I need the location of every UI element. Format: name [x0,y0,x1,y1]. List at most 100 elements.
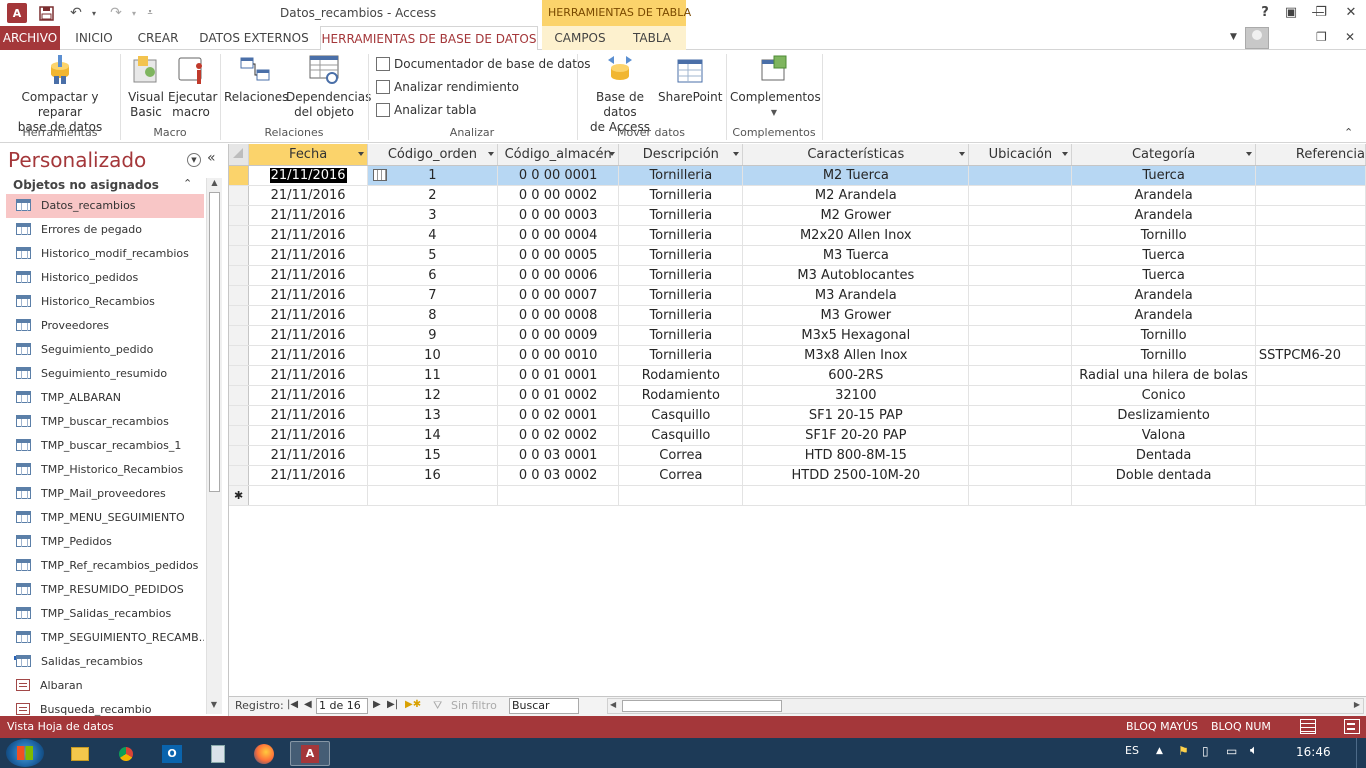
cell-fecha[interactable]: 21/11/2016 [248,345,369,366]
dependencies-button[interactable]: Dependencias del objeto [286,54,371,120]
row-selector[interactable] [229,445,250,466]
cell-caracteristicas[interactable]: SF1 20-15 PAP [742,405,970,426]
cell-codigo-almacen[interactable]: 0 0 00 0008 [497,305,620,326]
undo-icon[interactable]: ↶ [66,3,86,23]
cell-codigo-almacen[interactable]: 0 0 03 0001 [497,445,620,466]
table-row[interactable]: 21/11/2016 12 0 0 01 0002 Rodamiento 32100 Co… [229,385,1366,406]
restore-window-icon[interactable]: ❐ [1306,0,1336,24]
table-row[interactable]: 21/11/2016 3 0 0 00 0003 Tornilleria M2 Grow… [229,205,1366,226]
tab-crear[interactable]: CREAR [128,26,188,50]
cell-ubicacion[interactable] [968,345,1073,366]
cell-descripcion[interactable]: Tornilleria [618,225,744,246]
cell-referencia[interactable] [1255,265,1366,286]
cell-fecha[interactable]: 21/11/2016 [248,405,369,426]
cell-codigo-orden[interactable]: 3 [367,205,498,226]
cell-fecha[interactable]: 21/11/2016 [248,245,369,266]
cell-codigo-orden[interactable]: 5 [367,245,498,266]
row-selector[interactable] [229,205,250,226]
cell-codigo-almacen[interactable]: 0 0 00 0002 [497,185,620,206]
nav-item[interactable]: Seguimiento_pedido [6,338,204,362]
tab-datos-externos[interactable]: DATOS EXTERNOS [194,26,314,50]
table-row[interactable]: 21/11/2016 8 0 0 00 0008 Tornilleria M3 Grow… [229,305,1366,326]
cell-caracteristicas[interactable]: 32100 [742,385,970,406]
filter-icon[interactable]: ⛛ [433,699,442,713]
cell-fecha[interactable]: 21/11/2016 [248,285,369,306]
nav-item[interactable]: TMP_Pedidos [6,530,204,554]
cell-descripcion[interactable]: Rodamiento [618,365,744,386]
row-selector[interactable] [229,285,250,306]
access-database-button[interactable]: Base de datos de Access [582,54,658,135]
tab-inicio[interactable]: INICIO [64,26,124,50]
cell-codigo-orden[interactable]: 9 [367,325,498,346]
cell-descripcion[interactable]: Tornilleria [618,325,744,346]
cell-codigo-orden[interactable]: 12 [367,385,498,406]
cell-categoria[interactable]: Arandela [1071,285,1256,306]
cell-categoria[interactable]: Radial una hilera de bolas [1071,365,1256,386]
cell-caracteristicas[interactable]: SF1F 20-20 PAP [742,425,970,446]
column-header-ubicacion[interactable]: Ubicación [968,144,1073,166]
show-hidden-icons[interactable]: ▲ [1156,746,1163,756]
table-row[interactable]: 21/11/2016 6 0 0 00 0006 Tornilleria M3 Auto… [229,265,1366,286]
nav-item[interactable]: TMP_Ref_recambios_pedidos [6,554,204,578]
empty-cell[interactable] [968,485,1073,506]
nav-item[interactable]: Seguimiento_resumido [6,362,204,386]
cell-categoria[interactable]: Tornillo [1071,325,1256,346]
cell-codigo-orden[interactable]: 7 [367,285,498,306]
cell-categoria[interactable]: Deslizamiento [1071,405,1256,426]
cell-categoria[interactable]: Doble dentada [1071,465,1256,486]
cell-descripcion[interactable]: Correa [618,445,744,466]
cell-caracteristicas[interactable]: M3 Autoblocantes [742,265,970,286]
empty-cell[interactable] [497,485,620,506]
cell-referencia[interactable] [1255,445,1366,466]
nav-item[interactable]: TMP_buscar_recambios [6,410,204,434]
column-header-descripcion[interactable]: Descripción [618,144,744,166]
cell-descripcion[interactable]: Tornilleria [618,185,744,206]
cell-codigo-orden[interactable]: 2 [367,185,498,206]
select-all-corner[interactable] [229,144,250,166]
filter-status[interactable]: Sin filtro [451,699,497,712]
table-row[interactable]: 21/11/2016 11 0 0 01 0001 Rodamiento 600-2RS… [229,365,1366,386]
relations-button[interactable]: Relaciones [224,54,288,105]
analyze-table-button[interactable]: Analizar tabla [376,100,477,120]
nav-item[interactable]: TMP_buscar_recambios_1 [6,434,204,458]
column-header-fecha[interactable]: Fecha [248,144,369,166]
cell-referencia[interactable] [1255,225,1366,246]
cell-categoria[interactable]: Tuerca [1071,165,1256,186]
new-record-row[interactable]: ✱ [229,485,1366,506]
cell-codigo-almacen[interactable]: 0 0 03 0002 [497,465,620,486]
cell-fecha[interactable]: 21/11/2016 [248,325,369,346]
column-header-caracteristicas[interactable]: Características [742,144,970,166]
cell-codigo-almacen[interactable]: 0 0 02 0001 [497,405,620,426]
cell-categoria[interactable]: Tuerca [1071,245,1256,266]
cell-ubicacion[interactable] [968,185,1073,206]
row-selector[interactable] [229,405,250,426]
cell-caracteristicas[interactable]: M2 Arandela [742,185,970,206]
collapse-ribbon-icon[interactable]: ⌃ [1344,126,1353,139]
cell-ubicacion[interactable] [968,445,1073,466]
cell-referencia[interactable] [1255,285,1366,306]
analyze-performance-button[interactable]: Analizar rendimiento [376,77,519,97]
row-selector[interactable] [229,245,250,266]
visual-basic-button[interactable]: Visual Basic [124,54,168,120]
cell-descripcion[interactable]: Tornilleria [618,245,744,266]
cell-referencia[interactable] [1255,165,1366,186]
cell-ubicacion[interactable] [968,225,1073,246]
battery-icon[interactable]: ▯ [1202,744,1209,758]
cell-categoria[interactable]: Dentada [1071,445,1256,466]
cell-fecha[interactable]: 21/11/2016 [248,265,369,286]
scroll-down-icon[interactable]: ▼ [207,700,221,714]
nav-item[interactable]: TMP_MENU_SEGUIMIENTO [6,506,204,530]
cell-ubicacion[interactable] [968,405,1073,426]
show-desktop-button[interactable] [1356,738,1366,768]
nav-item[interactable]: Salidas_recambios [6,650,204,674]
cell-descripcion[interactable]: Tornilleria [618,305,744,326]
nav-section-header[interactable]: Objetos no asignados [13,178,159,192]
row-selector[interactable] [229,345,250,366]
compact-repair-button[interactable]: Compactar y reparar base de datos [4,54,116,135]
cell-descripcion[interactable]: Rodamiento [618,385,744,406]
nav-item[interactable]: Datos_recambios [6,194,204,218]
documenter-button[interactable]: Documentador de base de datos [376,54,591,74]
cell-referencia[interactable] [1255,425,1366,446]
nav-item[interactable]: TMP_SEGUIMIENTO_RECAMB... [6,626,204,650]
cell-categoria[interactable]: Valona [1071,425,1256,446]
